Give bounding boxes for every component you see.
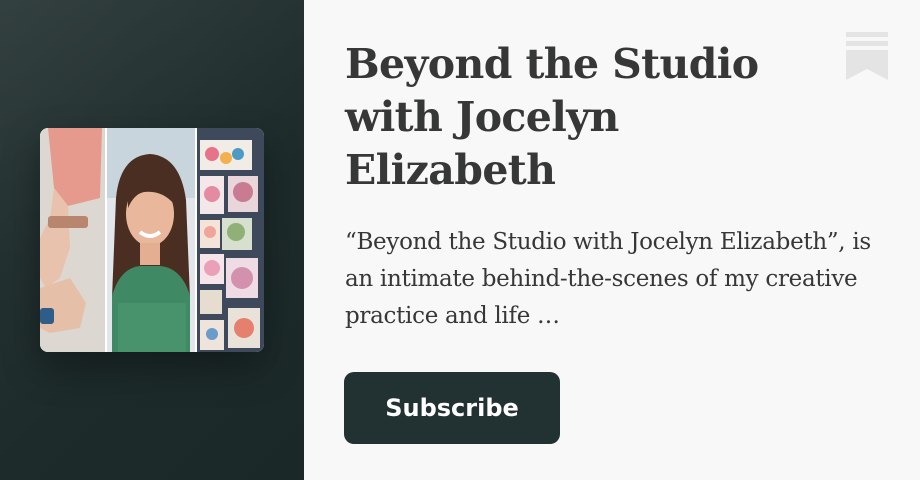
subscribe-button[interactable]: Subscribe — [344, 372, 560, 444]
podcast-info: Beyond the Studio with Jocelyn Elizabeth… — [304, 0, 920, 480]
cover-panel — [0, 0, 304, 480]
podcast-description: “Beyond the Studio with Jocelyn Elizabet… — [345, 229, 871, 329]
podcast-title: Beyond the Studio with Jocelyn Elizabeth — [345, 40, 759, 194]
bookmark-icon — [846, 32, 888, 80]
podcast-cover-image — [40, 128, 264, 352]
